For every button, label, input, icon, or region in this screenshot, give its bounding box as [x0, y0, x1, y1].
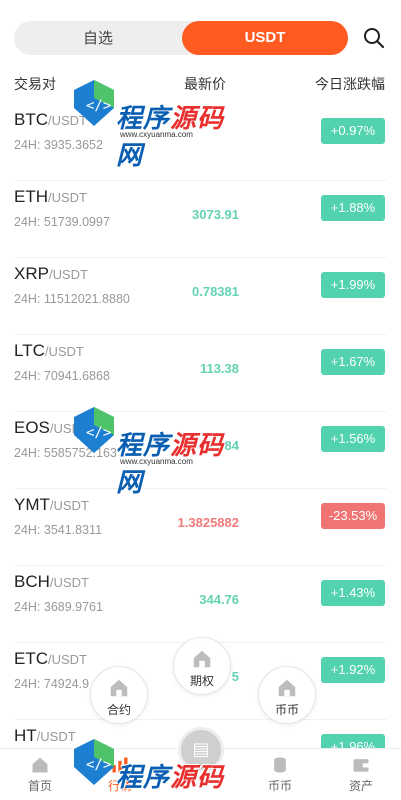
volume-24h: 24H: 5585752.163 — [14, 446, 117, 460]
fab-coin[interactable]: 币币 — [258, 666, 316, 724]
tab-favorites[interactable]: 自选 — [14, 21, 182, 55]
column-header-pair: 交易对 — [14, 77, 56, 93]
change-badge: +1.92% — [321, 657, 385, 683]
pair-name: ETC/USDT — [14, 649, 87, 669]
last-price: 0.78381 — [192, 284, 239, 299]
change-badge: -23.53% — [321, 503, 385, 529]
fab-options-label: 期权 — [189, 674, 214, 688]
quote-symbol: /USDT — [48, 652, 87, 667]
quote-symbol: /USDT — [48, 190, 87, 205]
nav-market[interactable]: 行情 — [80, 749, 160, 800]
tab-usdt[interactable]: USDT — [182, 21, 348, 55]
pair-name: XRP/USDT — [14, 264, 88, 284]
menu-toggle-icon: ▤ — [192, 739, 210, 760]
pair-name: LTC/USDT — [14, 341, 84, 361]
ticker-row[interactable]: ETH/USDT 24H: 51739.0997 3073.91 +1.88% — [0, 181, 401, 258]
column-header-price: 最新价 — [184, 77, 226, 93]
volume-24h: 24H: 74924.9 — [14, 677, 90, 691]
nav-home[interactable]: 首页 — [0, 749, 80, 800]
change-badge: +1.88% — [321, 195, 385, 221]
volume-24h: 24H: 3935.3652 — [14, 138, 103, 152]
volume-24h: 24H: 11512021.8880 — [14, 292, 130, 306]
fab-coin-label: 币币 — [274, 703, 299, 717]
nav-assets-label: 资产 — [348, 779, 373, 793]
search-icon[interactable] — [362, 26, 386, 50]
last-price: 113.38 — [199, 361, 239, 376]
ticker-row[interactable]: XRP/USDT 24H: 11512021.8880 0.78381 +1.9… — [0, 258, 401, 335]
change-badge: +0.97% — [321, 118, 385, 144]
volume-24h: 24H: 3541.8311 — [14, 523, 103, 537]
quote-symbol: /USDT — [48, 113, 87, 128]
pair-name: BTC/USDT — [14, 110, 87, 130]
base-symbol: ETC — [14, 649, 48, 668]
coins-icon — [274, 757, 286, 773]
base-symbol: ETH — [14, 187, 48, 206]
base-symbol: BTC — [14, 110, 48, 129]
house-icon — [193, 650, 211, 668]
change-badge: +1.56% — [321, 426, 385, 452]
change-badge: +1.43% — [321, 580, 385, 606]
pair-name: EOS/USDT — [14, 418, 89, 438]
home-icon — [32, 757, 48, 773]
base-symbol: EOS — [14, 418, 50, 437]
top-bar: 自选 USDT — [0, 0, 401, 70]
market-tabs: 自选 USDT — [14, 21, 348, 55]
last-price: 1.3825882 — [177, 515, 239, 530]
nav-market-label: 行情 — [107, 779, 132, 793]
pair-name: BCH/USDT — [14, 572, 89, 592]
quote-symbol: /USDT — [36, 729, 76, 744]
nav-coin[interactable]: 币币 — [240, 749, 320, 800]
quote-symbol: /USDT — [48, 267, 88, 282]
fab-toggle-button[interactable]: ▤ — [178, 727, 224, 773]
column-header-change: 今日涨跌幅 — [315, 77, 385, 93]
quote-symbol: /USDT — [49, 498, 89, 513]
ticker-row[interactable]: BCH/USDT 24H: 3689.9761 344.76 +1.43% — [0, 566, 401, 643]
change-badge: +1.67% — [321, 349, 385, 375]
base-symbol: HT — [14, 726, 37, 745]
quote-symbol: /USDT — [49, 421, 89, 436]
chart-icon — [112, 757, 128, 773]
last-price: 2.584 — [206, 438, 239, 453]
base-symbol: BCH — [14, 572, 50, 591]
pair-name: YMT/USDT — [14, 495, 89, 515]
nav-home-label: 首页 — [27, 779, 52, 793]
last-price: 5 — [231, 669, 239, 684]
volume-24h: 24H: 70941.6868 — [14, 369, 110, 383]
ticker-row[interactable]: BTC/USDT 24H: 3935.3652 +0.97% — [0, 104, 401, 181]
house-icon — [110, 679, 128, 697]
volume-24h: 24H: 3689.9761 — [14, 600, 103, 614]
base-symbol: XRP — [14, 264, 49, 283]
pair-name: ETH/USDT — [14, 187, 87, 207]
wallet-icon — [353, 759, 369, 772]
base-symbol: LTC — [14, 341, 45, 360]
house-icon — [278, 679, 296, 697]
fab-contract[interactable]: 合约 — [90, 666, 148, 724]
last-price: 3073.91 — [192, 207, 239, 222]
base-symbol: YMT — [14, 495, 50, 514]
ticker-row[interactable]: EOS/USDT 24H: 5585752.163 2.584 +1.56% — [0, 412, 401, 489]
fab-contract-label: 合约 — [106, 703, 131, 717]
ticker-row[interactable]: LTC/USDT 24H: 70941.6868 113.38 +1.67% — [0, 335, 401, 412]
change-badge: +1.99% — [321, 272, 385, 298]
nav-coin-label: 币币 — [267, 779, 292, 793]
volume-24h: 24H: 51739.0997 — [14, 215, 110, 229]
fab-options[interactable]: 期权 — [173, 637, 231, 695]
last-price: 344.76 — [199, 592, 239, 607]
quote-symbol: /USDT — [49, 575, 89, 590]
pair-name: HT/USDT — [14, 726, 76, 746]
nav-assets[interactable]: 资产 — [321, 749, 401, 800]
ticker-row[interactable]: YMT/USDT 24H: 3541.8311 1.3825882 -23.53… — [0, 489, 401, 566]
quote-symbol: /USDT — [44, 344, 84, 359]
